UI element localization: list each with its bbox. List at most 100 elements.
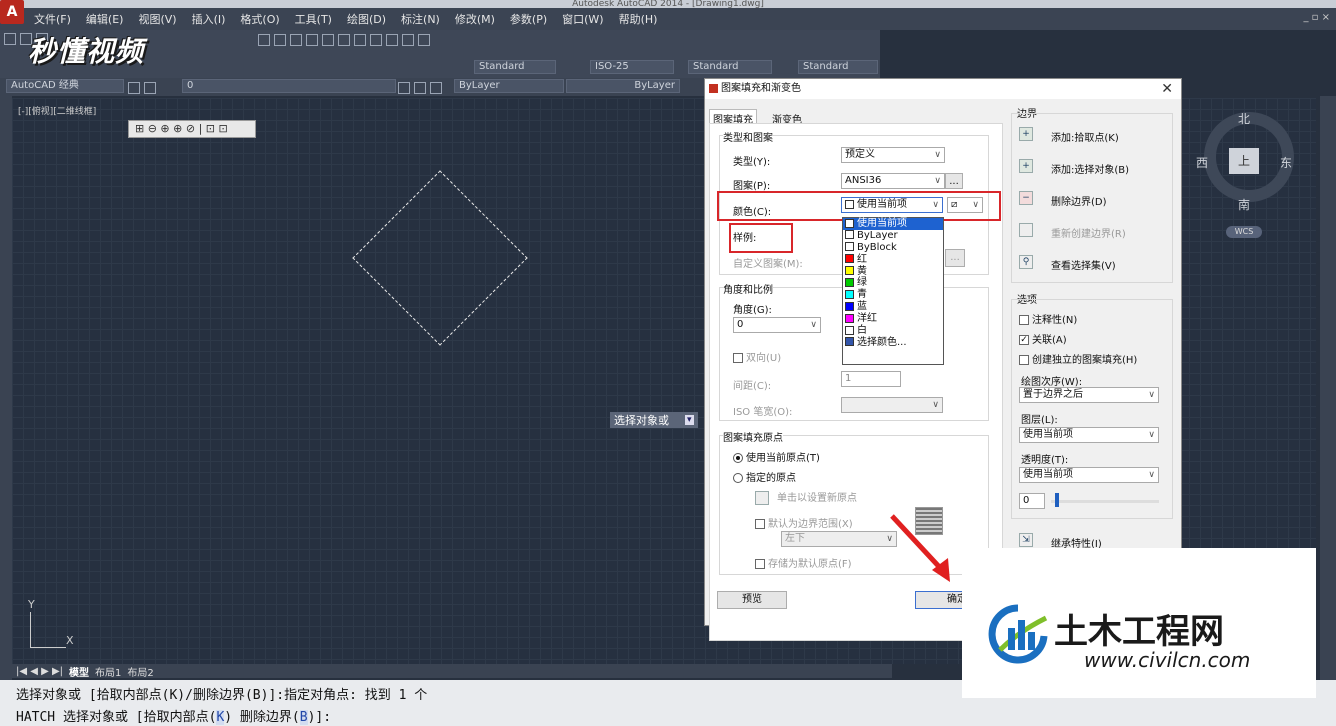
command-input-line[interactable]: HATCH 选择对象或 [拾取内部点(K) 删除边界(B)]: <box>16 706 331 725</box>
menu-item-4[interactable]: 格式(O) <box>240 11 279 27</box>
custom-browse-button[interactable]: ... <box>945 249 965 267</box>
tab-layout2[interactable]: 布局2 <box>127 664 153 679</box>
dim-style-select[interactable]: ISO-25 <box>590 60 674 74</box>
separate-hatch-checkbox[interactable]: 创建独立的图案填充(H) <box>1019 351 1137 366</box>
floating-mini-toolbar[interactable]: ⊞ ⊖ ⊕ ⊕ ⊘ | ⊡ ⊡ <box>128 120 256 138</box>
zoom-window-icon[interactable] <box>290 34 302 46</box>
linetype-control-select[interactable]: ByLayer <box>566 79 680 93</box>
help-icon[interactable] <box>418 34 430 46</box>
add-pick-icon[interactable]: + <box>1019 127 1033 141</box>
color-option-6[interactable]: 青 <box>843 289 943 301</box>
pattern-select[interactable]: ANSI36 ∨ <box>841 173 945 189</box>
modify-toolbar-right[interactable] <box>1320 96 1336 686</box>
design-center-icon[interactable] <box>338 34 350 46</box>
iso-width-select[interactable]: ∨ <box>841 397 943 413</box>
sheet-set-icon[interactable] <box>370 34 382 46</box>
use-current-origin-radio[interactable]: 使用当前原点(T) <box>733 449 820 464</box>
viewport-label[interactable]: [-][俯视][二维线框] <box>18 104 96 117</box>
annotative-checkbox[interactable]: 注释性(N) <box>1019 311 1077 326</box>
inherit-icon[interactable]: ⇲ <box>1019 533 1033 547</box>
angle-select[interactable]: 0 ∨ <box>733 317 821 333</box>
color-option-8[interactable]: 洋红 <box>843 313 943 325</box>
tab-nav-arrows[interactable]: |◀ ◀ ▶ ▶| <box>16 666 63 677</box>
compass-north[interactable]: 北 <box>1238 110 1250 127</box>
add-select-button[interactable]: 添加:选择对象(B) <box>1051 161 1129 176</box>
type-select[interactable]: 预定义 ∨ <box>841 147 945 163</box>
associative-checkbox[interactable]: ✓ 关联(A) <box>1019 331 1067 346</box>
close-icon[interactable]: ✕ <box>1161 81 1173 97</box>
color-option-3[interactable]: 红 <box>843 254 943 266</box>
color-dropdown-list[interactable]: 使用当前项 ByLayer ByBlock 红黄绿青蓝洋红白选择颜色... <box>842 217 944 365</box>
add-pick-button[interactable]: 添加:拾取点(K) <box>1051 129 1119 144</box>
zoom-realtime-icon[interactable] <box>274 34 286 46</box>
default-boundary-checkbox[interactable]: 默认为边界范围(X) <box>755 515 853 530</box>
corner-select[interactable]: 左下 ∨ <box>781 531 897 547</box>
compass-west[interactable]: 西 <box>1196 154 1208 171</box>
view-selection-button[interactable]: 查看选择集(V) <box>1051 257 1116 272</box>
layer-tools-icon[interactable] <box>396 81 444 94</box>
window-controls[interactable]: _ ▫ × <box>1303 12 1330 23</box>
menu-item-9[interactable]: 参数(P) <box>510 11 547 27</box>
text-style-select[interactable]: Standard <box>474 60 556 74</box>
command-keyword-b[interactable]: B <box>299 710 308 725</box>
menu-item-11[interactable]: 帮助(H) <box>619 11 658 27</box>
transparency-value-input[interactable]: 0 <box>1019 493 1045 509</box>
color-option-7[interactable]: 蓝 <box>843 301 943 313</box>
transparency-slider-thumb[interactable] <box>1055 493 1059 507</box>
pan-icon[interactable] <box>258 34 270 46</box>
multileader-style-select[interactable]: Standard <box>798 60 878 74</box>
color-option-0[interactable]: 使用当前项 <box>843 218 943 230</box>
preview-button[interactable]: 预览 <box>717 591 787 609</box>
menu-item-6[interactable]: 绘图(D) <box>347 11 386 27</box>
prompt-options-icon[interactable]: ▾ <box>685 415 694 425</box>
compass-south[interactable]: 南 <box>1238 196 1250 213</box>
layer-select[interactable]: 0 <box>182 79 396 93</box>
zoom-tools[interactable] <box>256 33 432 46</box>
markup-icon[interactable] <box>386 34 398 46</box>
recreate-boundary-icon[interactable] <box>1019 223 1033 237</box>
specified-origin-radio[interactable]: 指定的原点 <box>733 469 796 484</box>
workspace-settings-icon[interactable] <box>126 81 158 94</box>
color-option-4[interactable]: 黄 <box>843 266 943 278</box>
transparency-select[interactable]: 使用当前项 ∨ <box>1019 467 1159 483</box>
draw-order-select[interactable]: 置于边界之后 ∨ <box>1019 387 1159 403</box>
menu-item-3[interactable]: 插入(I) <box>192 11 226 27</box>
color-control-select[interactable]: ByLayer <box>454 79 564 93</box>
view-selection-icon[interactable]: ⚲ <box>1019 255 1033 269</box>
menu-item-10[interactable]: 窗口(W) <box>562 11 603 27</box>
workspace-select[interactable]: AutoCAD 经典 <box>6 79 124 93</box>
color-option-2[interactable]: ByBlock <box>843 242 943 254</box>
draw-toolbar-left[interactable] <box>0 96 12 686</box>
menu-item-5[interactable]: 工具(T) <box>295 11 332 27</box>
layer-select-dialog[interactable]: 使用当前项 ∨ <box>1019 427 1159 443</box>
color-option-9[interactable]: 白 <box>843 325 943 337</box>
remove-boundary-icon[interactable]: − <box>1019 191 1033 205</box>
remove-boundary-button[interactable]: 删除边界(D) <box>1051 193 1107 208</box>
add-select-icon[interactable]: + <box>1019 159 1033 173</box>
click-set-origin[interactable]: 单击以设置新原点 <box>755 489 857 505</box>
transparency-slider-track[interactable] <box>1051 500 1159 503</box>
zoom-previous-icon[interactable] <box>306 34 318 46</box>
pattern-browse-button[interactable]: ... <box>945 173 963 189</box>
store-default-checkbox[interactable]: 存储为默认原点(F) <box>755 555 852 570</box>
properties-icon[interactable] <box>322 34 334 46</box>
table-style-select[interactable]: Standard <box>688 60 772 74</box>
wcs-menu[interactable]: WCS <box>1226 226 1262 238</box>
menu-item-7[interactable]: 标注(N) <box>401 11 440 27</box>
tool-palettes-icon[interactable] <box>354 34 366 46</box>
viewcube-top-face[interactable]: 上 <box>1229 148 1259 174</box>
menu-item-0[interactable]: 文件(F) <box>34 11 71 27</box>
new-icon[interactable] <box>4 33 16 45</box>
tab-layout1[interactable]: 布局1 <box>95 664 121 679</box>
compass-east[interactable]: 东 <box>1280 154 1292 171</box>
recreate-boundary-button[interactable]: 重新创建边界(R) <box>1051 225 1126 240</box>
menu-item-8[interactable]: 修改(M) <box>455 11 495 27</box>
color-option-1[interactable]: ByLayer <box>843 230 943 242</box>
color-option-10[interactable]: 选择颜色... <box>843 337 943 349</box>
menu-item-2[interactable]: 视图(V) <box>138 11 176 27</box>
tab-model[interactable]: 模型 <box>69 664 89 679</box>
double-checkbox[interactable]: 双向(U) <box>733 349 781 364</box>
spacing-input[interactable]: 1 <box>841 371 901 387</box>
calc-icon[interactable] <box>402 34 414 46</box>
color-option-5[interactable]: 绿 <box>843 277 943 289</box>
